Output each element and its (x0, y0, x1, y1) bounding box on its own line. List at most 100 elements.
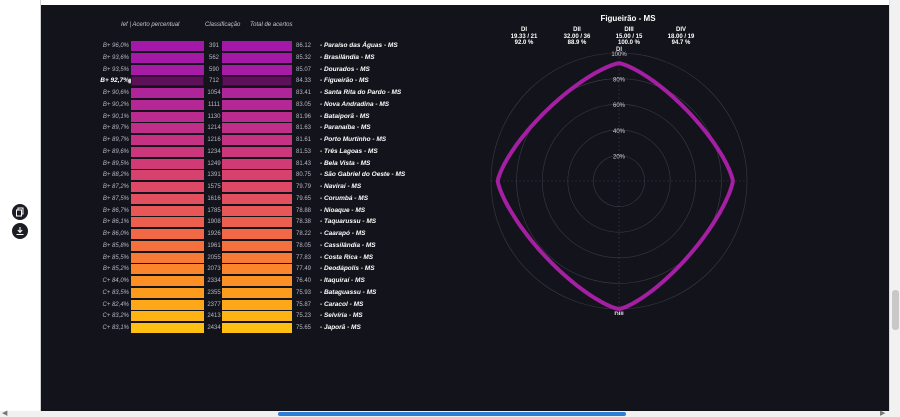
percent-bar[interactable] (131, 323, 204, 333)
vertical-scroll-thumb[interactable] (892, 290, 899, 330)
percent-bar[interactable] (131, 146, 204, 157)
ranking-row[interactable]: B+ 92,7% 712 84.33- Figueirão - MS (41, 76, 889, 87)
ranking-row[interactable]: B+ 86,0% 1926 78.22- Caarapó - MS (41, 229, 889, 239)
total-bar[interactable] (222, 52, 292, 63)
horizontal-scrollbar[interactable]: ◀ ▶ (0, 410, 900, 417)
ranking-row[interactable]: B+ 88,2% 1391 80.75- São Gabriel do Oeste … (41, 170, 889, 181)
row-municipality-name[interactable]: - Deodápolis - MS (320, 264, 375, 274)
ranking-row[interactable]: B+ 89,5% 1249 81.43- Bela Vista - MS (41, 158, 889, 169)
row-municipality-name[interactable]: - Nioaque - MS (320, 206, 365, 216)
percent-bar[interactable] (131, 158, 204, 169)
total-bar[interactable] (222, 229, 292, 239)
row-municipality-name[interactable]: - Itaquiraí - MS (320, 276, 365, 286)
total-bar[interactable] (222, 99, 292, 110)
total-bar[interactable] (222, 158, 292, 169)
percent-bar[interactable] (131, 252, 204, 263)
total-bar[interactable] (222, 76, 292, 87)
ranking-row[interactable]: B+ 85,5% 2055 77.83- Costa Rica - MS (41, 252, 889, 263)
total-bar[interactable] (222, 135, 292, 145)
ranking-row[interactable]: C+ 83,5% 2355 75.93- Bataguassu - MS (41, 287, 889, 298)
copy-button[interactable] (12, 204, 28, 220)
percent-bar[interactable] (131, 76, 204, 87)
vertical-scrollbar[interactable] (889, 0, 900, 417)
ranking-row[interactable]: B+ 89,7% 1214 81.63- Paranaíba - MS (41, 123, 889, 134)
row-municipality-name[interactable]: - Caracol - MS (320, 300, 363, 310)
row-municipality-name[interactable]: - Paraíso das Águas - MS (320, 41, 398, 51)
row-municipality-name[interactable]: - Costa Rica - MS (320, 253, 373, 263)
ranking-row[interactable]: B+ 93,6% 562 85.32- Brasilândia - MS (41, 52, 889, 63)
row-municipality-name[interactable]: - Selvíria - MS (320, 311, 363, 321)
ranking-row[interactable]: B+ 87,2% 1575 79.79- Naviraí - MS (41, 182, 889, 192)
percent-bar[interactable] (131, 229, 204, 239)
row-municipality-name[interactable]: - Três Lagoas - MS (320, 147, 378, 157)
scroll-left-arrow[interactable]: ◀ (2, 410, 7, 417)
percent-bar[interactable] (131, 123, 204, 134)
ranking-row[interactable]: B+ 86,7% 1785 78.88- Nioaque - MS (41, 205, 889, 216)
total-bar[interactable] (222, 311, 292, 322)
total-bar[interactable] (222, 182, 292, 192)
ranking-row[interactable]: B+ 90,6% 1054 83.41- Santa Rita do Pardo -… (41, 88, 889, 98)
ranking-row[interactable]: B+ 89,6% 1234 81.53- Três Lagoas - MS (41, 146, 889, 157)
row-municipality-name[interactable]: - Naviraí - MS (320, 182, 361, 192)
total-bar[interactable] (222, 88, 292, 98)
row-municipality-name[interactable]: - Cassilândia - MS (320, 241, 376, 251)
total-bar[interactable] (222, 41, 292, 51)
total-bar[interactable] (222, 64, 292, 75)
percent-bar[interactable] (131, 182, 204, 192)
percent-bar[interactable] (131, 205, 204, 216)
total-bar[interactable] (222, 299, 292, 310)
row-municipality-name[interactable]: - São Gabriel do Oeste - MS (320, 170, 405, 180)
ranking-row[interactable]: B+ 93,5% 590 85.07- Dourados - MS (41, 64, 889, 75)
percent-bar[interactable] (131, 193, 204, 204)
percent-bar[interactable] (131, 276, 204, 286)
total-bar[interactable] (222, 111, 292, 122)
row-municipality-name[interactable]: - Bataiporã - MS (320, 112, 369, 122)
total-bar[interactable] (222, 276, 292, 286)
ranking-row[interactable]: B+ 85,8% 1961 78.05- Cassilândia - MS (41, 240, 889, 251)
ranking-row[interactable]: B+ 90,1% 1130 81.96- Bataiporã - MS (41, 111, 889, 122)
percent-bar[interactable] (131, 111, 204, 122)
percent-bar[interactable] (131, 264, 204, 275)
ranking-row[interactable]: B+ 96,0% 391 86.12- Paraíso das Águas - MS (41, 41, 889, 51)
ranking-row[interactable]: C+ 84,0% 2334 76.40- Itaquiraí - MS (41, 276, 889, 286)
horizontal-scroll-thumb[interactable] (278, 412, 626, 416)
percent-bar[interactable] (131, 240, 204, 251)
total-bar[interactable] (222, 123, 292, 134)
total-bar[interactable] (222, 193, 292, 204)
total-bar[interactable] (222, 252, 292, 263)
total-bar[interactable] (222, 240, 292, 251)
percent-bar[interactable] (131, 217, 204, 228)
percent-bar[interactable] (131, 311, 204, 322)
ranking-row[interactable]: B+ 85,2% 2073 77.49- Deodápolis - MS (41, 264, 889, 275)
row-municipality-name[interactable]: - Porto Murtinho - MS (320, 135, 386, 145)
percent-bar[interactable] (131, 99, 204, 110)
row-municipality-name[interactable]: - Paranaíba - MS (320, 123, 371, 133)
total-bar[interactable] (222, 205, 292, 216)
radar-data-shape[interactable] (495, 61, 735, 311)
percent-bar[interactable] (131, 299, 204, 310)
ranking-row[interactable]: C+ 83,2% 2413 75.23- Selvíria - MS (41, 311, 889, 322)
percent-bar[interactable] (131, 64, 204, 75)
row-municipality-name[interactable]: - Santa Rita do Pardo - MS (320, 88, 401, 98)
percent-bar[interactable] (131, 170, 204, 181)
ranking-row[interactable]: B+ 86,1% 1908 78.38- Taquarussu - MS (41, 217, 889, 228)
row-municipality-name[interactable]: - Taquarussu - MS (320, 217, 376, 227)
download-button[interactable] (12, 223, 28, 239)
total-bar[interactable] (222, 264, 292, 275)
ranking-row[interactable]: C+ 83,1% 2434 75.65- Japorã - MS (41, 323, 889, 333)
scroll-right-arrow[interactable]: ▶ (880, 410, 885, 417)
percent-bar[interactable] (131, 88, 204, 98)
ranking-row[interactable]: B+ 87,5% 1616 79.65- Corumbá - MS (41, 193, 889, 204)
row-municipality-name[interactable]: - Dourados - MS (320, 65, 370, 75)
percent-bar[interactable] (131, 287, 204, 298)
row-municipality-name[interactable]: - Nova Andradina - MS (320, 100, 389, 110)
row-municipality-name[interactable]: - Corumbá - MS (320, 194, 368, 204)
row-municipality-name[interactable]: - Bela Vista - MS (320, 159, 370, 169)
ranking-row[interactable]: B+ 89,7% 1216 81.61- Porto Murtinho - MS (41, 135, 889, 145)
ranking-row[interactable]: C+ 82,4% 2377 75.87- Caracol - MS (41, 299, 889, 310)
total-bar[interactable] (222, 217, 292, 228)
percent-bar[interactable] (131, 52, 204, 63)
percent-bar[interactable] (131, 41, 204, 51)
total-bar[interactable] (222, 323, 292, 333)
total-bar[interactable] (222, 146, 292, 157)
